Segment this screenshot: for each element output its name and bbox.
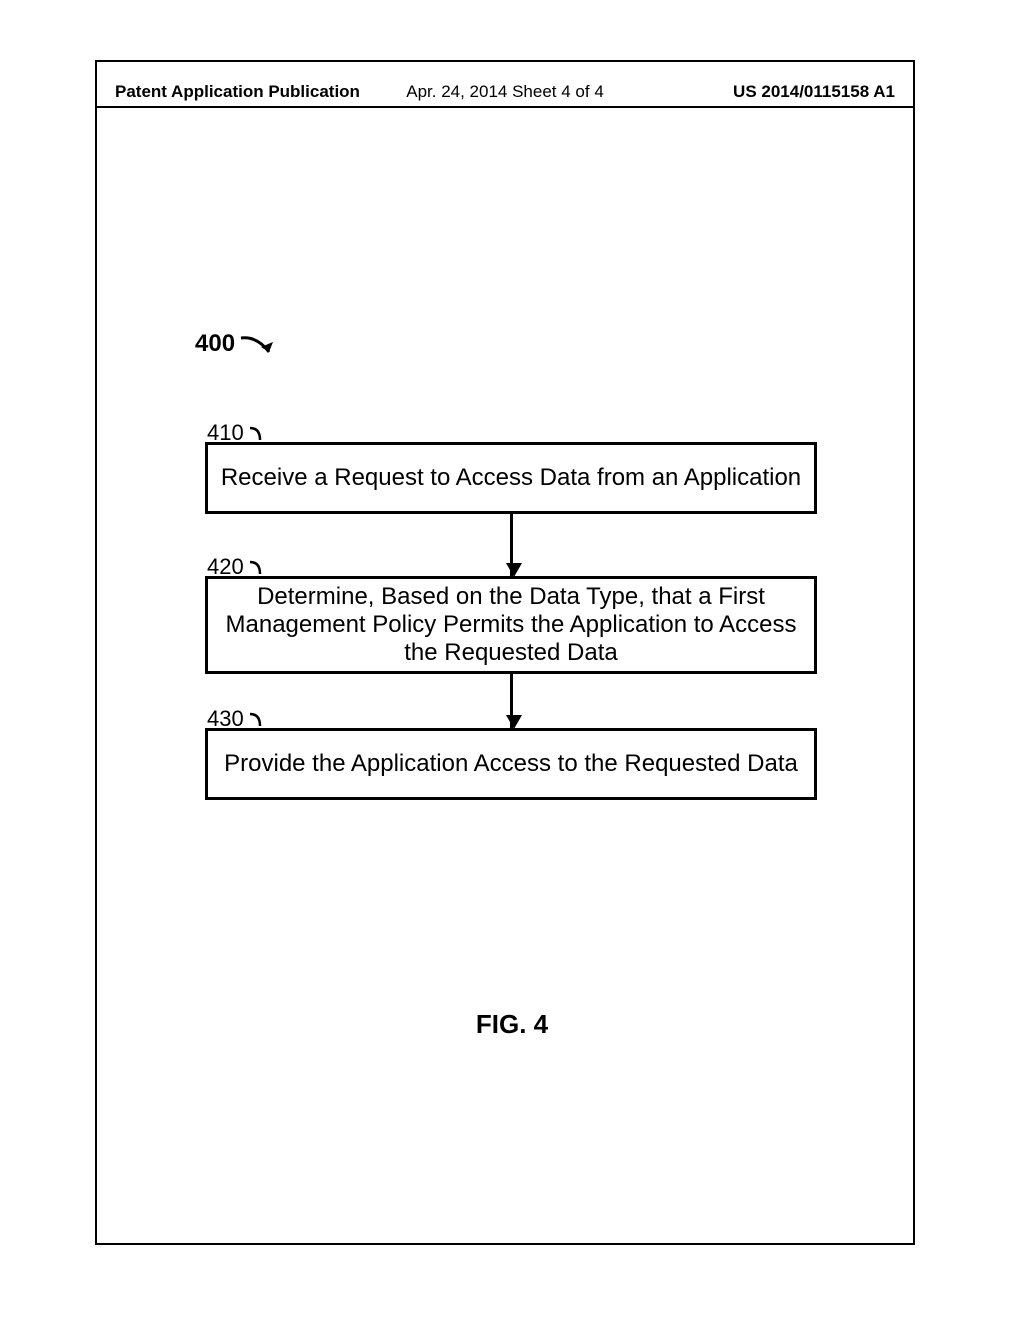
arrowhead-icon	[506, 563, 522, 577]
header-publication-title: Patent Application Publication	[115, 82, 360, 102]
step-box-420: Determine, Based on the Data Type, that …	[205, 576, 817, 674]
header-underline	[97, 106, 913, 108]
header-date-sheet: Apr. 24, 2014 Sheet 4 of 4	[406, 82, 604, 102]
arrowhead-icon	[506, 715, 522, 729]
connector-420-430	[510, 674, 513, 728]
step-box-410: Receive a Request to Access Data from an…	[205, 442, 817, 514]
step-box-430: Provide the Application Access to the Re…	[205, 728, 817, 800]
step-text-430: Provide the Application Access to the Re…	[224, 750, 798, 778]
flowchart-reference-number: 400	[195, 330, 235, 358]
page-header: Patent Application Publication Apr. 24, …	[115, 82, 895, 102]
flowchart-reference: 400	[195, 330, 279, 358]
connector-410-420	[510, 514, 513, 576]
step-text-410: Receive a Request to Access Data from an…	[221, 464, 801, 492]
header-publication-number: US 2014/0115158 A1	[733, 82, 895, 102]
page: Patent Application Publication Apr. 24, …	[0, 0, 1024, 1320]
figure-caption: FIG. 4	[476, 1009, 548, 1040]
step-text-420: Determine, Based on the Data Type, that …	[216, 583, 806, 668]
curved-arrow-icon	[239, 334, 279, 362]
